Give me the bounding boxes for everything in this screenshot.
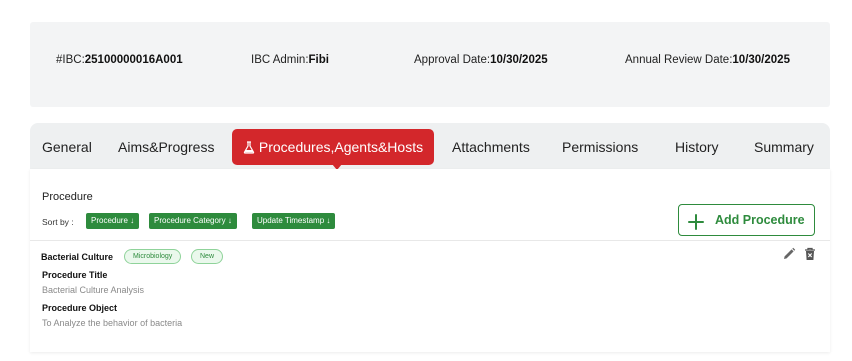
procedures-panel: Procedure Sort by : Procedure ↓ Procedur… — [30, 169, 830, 352]
ibc-admin: IBC Admin:Fibi — [251, 54, 329, 66]
tab-procedures-agents-hosts[interactable]: Procedures,Agents&Hosts — [232, 129, 434, 165]
tag-new: New — [191, 249, 224, 264]
section-heading: Procedure — [42, 191, 93, 203]
delete-icon[interactable] — [803, 247, 817, 261]
procedure-title-label: Procedure Title — [42, 270, 108, 280]
edit-icon[interactable] — [782, 247, 796, 261]
ibc-admin-label: IBC Admin: — [251, 54, 309, 66]
tab-permissions[interactable]: Permissions — [562, 123, 638, 169]
tab-procedures-label: Procedures,Agents&Hosts — [258, 139, 424, 155]
approval-date-value: 10/30/2025 — [490, 54, 548, 66]
procedure-title-value: Bacterial Culture Analysis — [42, 285, 145, 295]
procedure-object-label: Procedure Object — [42, 303, 118, 313]
flask-icon — [243, 131, 255, 167]
approval-date-label: Approval Date: — [414, 54, 491, 66]
ibc-admin-value: Fibi — [308, 54, 329, 66]
sort-by-label: Sort by : — [42, 217, 74, 227]
sort-procedure-category-chip[interactable]: Procedure Category ↓ — [149, 213, 237, 229]
add-procedure-button[interactable]: Add Procedure — [678, 204, 815, 236]
ibc-number-label: #IBC: — [56, 54, 85, 66]
tab-bar: General Aims&Progress Procedures,Agents&… — [30, 123, 830, 170]
tag-microbiology: Microbiology — [124, 249, 182, 264]
annual-review-date: Annual Review Date:10/30/2025 — [625, 54, 790, 66]
ibc-number-value: 25100000016A001 — [84, 54, 183, 66]
procedure-name: Bacterial Culture — [41, 252, 114, 262]
plus-icon — [687, 212, 705, 242]
annual-review-date-value: 10/30/2025 — [732, 54, 790, 66]
tab-history[interactable]: History — [675, 123, 719, 169]
tab-aims-progress[interactable]: Aims&Progress — [118, 123, 214, 169]
procedure-object-value: To Analyze the behavior of bacteria — [42, 318, 183, 328]
approval-date: Approval Date:10/30/2025 — [414, 54, 548, 66]
sort-procedure-chip[interactable]: Procedure ↓ — [86, 213, 140, 229]
ibc-number: #IBC:25100000016A001 — [56, 54, 183, 66]
add-procedure-label: Add Procedure — [715, 213, 805, 227]
protocol-info-panel: #IBC:25100000016A001 IBC Admin:Fibi Appr… — [30, 22, 830, 107]
tab-general[interactable]: General — [42, 123, 92, 169]
tab-attachments[interactable]: Attachments — [452, 123, 530, 169]
annual-review-date-label: Annual Review Date: — [625, 54, 733, 66]
divider — [30, 240, 830, 241]
sort-update-timestamp-chip[interactable]: Update Timestamp ↓ — [252, 213, 336, 229]
tab-summary[interactable]: Summary — [754, 123, 814, 169]
